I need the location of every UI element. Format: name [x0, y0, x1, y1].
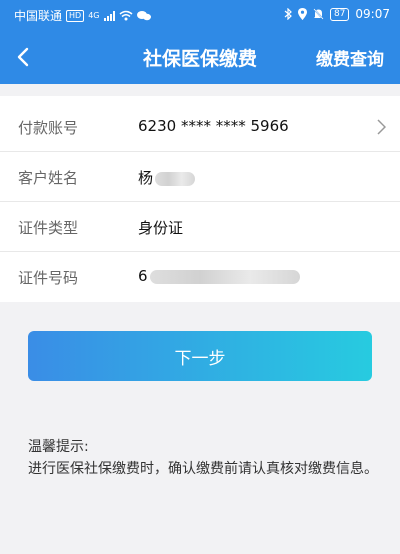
name-value: 杨: [138, 167, 196, 188]
wifi-icon: [119, 10, 133, 21]
payment-form: 付款账号 6230 **** **** 5966 客户姓名 杨 证件类型 身份证…: [0, 96, 400, 302]
id-number-label: 证件号码: [18, 269, 79, 287]
tips-title: 温馨提示:: [28, 439, 89, 455]
form-row-name: 客户姓名 杨: [0, 152, 400, 202]
nav-header: 社保医保缴费 缴费查询: [0, 30, 400, 84]
id-number-text: 6: [138, 267, 148, 285]
form-row-id-number: 证件号码 6: [0, 252, 400, 302]
id-type-value: 身份证: [138, 219, 184, 237]
form-row-account[interactable]: 付款账号 6230 **** **** 5966: [0, 102, 400, 152]
battery-icon: 87: [329, 7, 350, 21]
payment-query-link[interactable]: 缴费查询: [316, 45, 384, 70]
id-type-label: 证件类型: [18, 219, 79, 237]
hd-badge: HD: [66, 9, 85, 22]
wechat-icon: [136, 10, 151, 21]
signal-icon: [103, 10, 115, 21]
bluetooth-icon: [284, 8, 292, 20]
clock-time: 09:07: [355, 7, 390, 21]
mute-icon: [313, 8, 324, 20]
id-number-value: 6: [138, 267, 300, 285]
name-label: 客户姓名: [18, 169, 79, 187]
carrier-label: 中国联通: [14, 9, 63, 23]
chevron-right-icon: [377, 119, 387, 139]
name-redaction: [155, 171, 196, 186]
next-step-button[interactable]: 下一步: [28, 331, 372, 381]
name-value-text: 杨: [138, 169, 154, 187]
account-value: 6230 **** **** 5966: [138, 117, 289, 135]
network-label: 4G: [88, 11, 100, 20]
id-number-redaction: [149, 269, 300, 284]
status-bar: 中国联通 HD 4G 87 09:07: [0, 0, 400, 30]
tips-body: 进行医保社保缴费时，确认缴费前请认真核对缴费信息。: [28, 461, 378, 477]
location-icon: [297, 8, 307, 20]
tips-section: 温馨提示: 进行医保社保缴费时，确认缴费前请认真核对缴费信息。: [28, 436, 378, 480]
account-label: 付款账号: [18, 119, 79, 137]
form-row-id-type: 证件类型 身份证: [0, 202, 400, 252]
